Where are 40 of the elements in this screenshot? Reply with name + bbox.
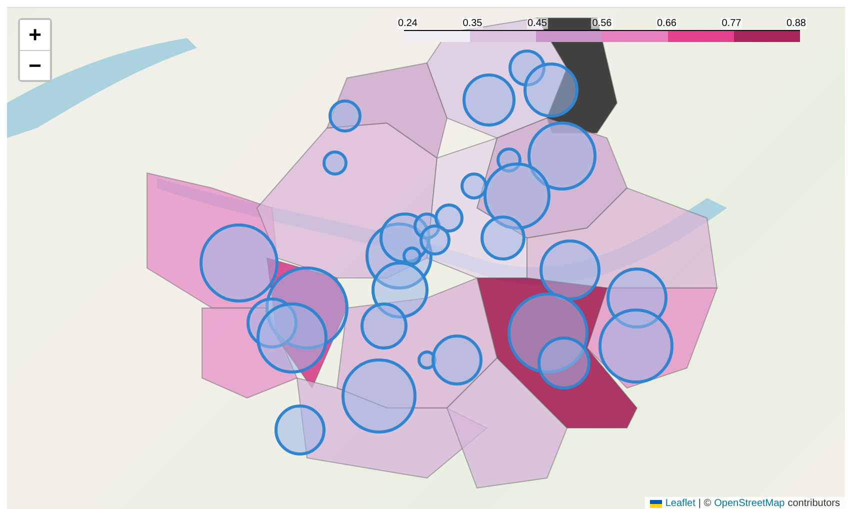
circle-marker[interactable]: [460, 172, 488, 200]
circle-marker[interactable]: [508, 50, 546, 86]
attribution-separator: | ©: [698, 498, 712, 509]
legend-tick-label: 0.24: [397, 18, 418, 29]
circle-marker[interactable]: [420, 224, 450, 256]
district-area[interactable]: [336, 277, 498, 408]
circle-marker[interactable]: [480, 216, 526, 260]
circle-marker[interactable]: [524, 62, 578, 118]
circle-marker[interactable]: [274, 404, 326, 456]
leaflet-link[interactable]: Leaflet: [665, 498, 696, 509]
openstreetmap-link[interactable]: OpenStreetMap: [714, 498, 785, 509]
circle-marker[interactable]: [200, 224, 278, 302]
district-area[interactable]: [476, 117, 628, 239]
flag-icon: [650, 500, 662, 508]
district-area[interactable]: [586, 288, 718, 389]
legend-tick-label: 0.66: [656, 18, 678, 29]
circle-marker[interactable]: [528, 122, 596, 190]
circle-marker[interactable]: [256, 302, 328, 374]
legend-tick-label: 0.35: [462, 18, 484, 29]
legend-tick-label: 0.56: [591, 18, 613, 29]
zoom-out-button[interactable]: −: [20, 50, 50, 80]
attribution-text: contributors: [788, 498, 840, 509]
circle-marker[interactable]: [322, 150, 348, 176]
circle-marker[interactable]: [372, 262, 428, 318]
district-area[interactable]: [446, 357, 568, 489]
district-area[interactable]: [476, 278, 638, 428]
circle-marker[interactable]: [432, 334, 482, 386]
circle-marker[interactable]: [538, 336, 590, 390]
circle-marker[interactable]: [402, 246, 422, 266]
circle-marker[interactable]: [342, 358, 416, 434]
circle-marker[interactable]: [508, 292, 588, 374]
legend-tick-label: 0.45: [526, 18, 548, 29]
circle-marker[interactable]: [360, 302, 408, 350]
circle-marker[interactable]: [328, 100, 362, 132]
circle-marker[interactable]: [484, 162, 550, 230]
circle-marker[interactable]: [462, 74, 516, 126]
legend-tick-label: 0.77: [720, 18, 742, 29]
circle-marker[interactable]: [540, 240, 600, 300]
circle-marker[interactable]: [434, 204, 464, 232]
circle-marker[interactable]: [598, 308, 674, 384]
